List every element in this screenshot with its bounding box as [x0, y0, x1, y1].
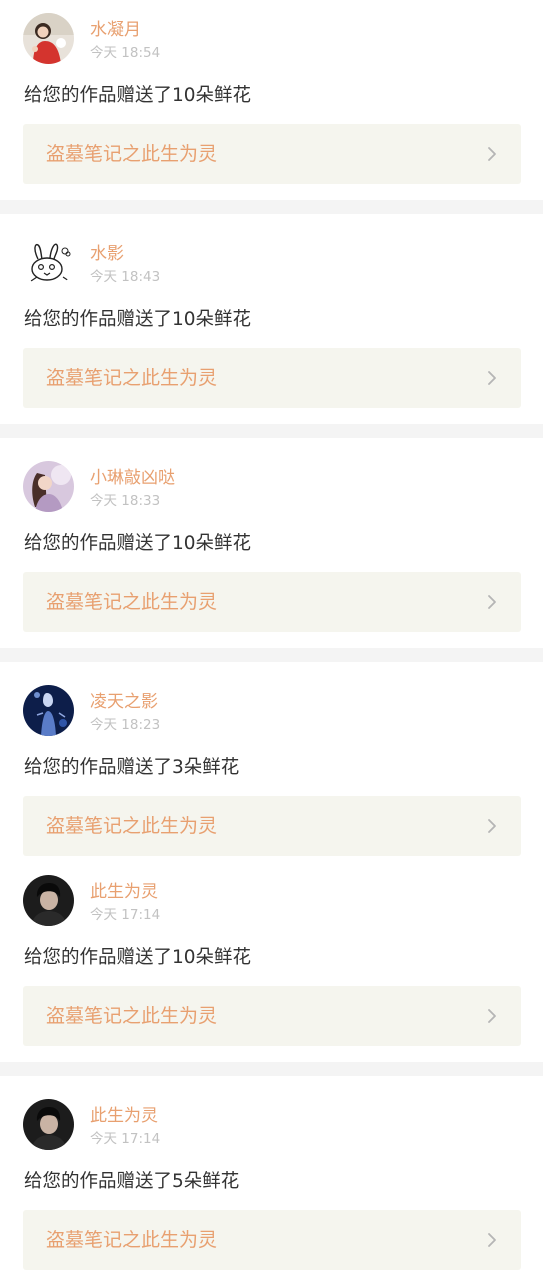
timestamp: 今天 17:14: [90, 907, 161, 923]
chevron-right-icon: [487, 594, 497, 610]
avatar-photo-dark-blue-figure-icon: [23, 685, 74, 736]
chevron-right-icon: [487, 1232, 497, 1248]
user-avatar[interactable]: [23, 461, 74, 512]
timestamp: 今天 17:14: [90, 1131, 161, 1147]
username[interactable]: 水影: [90, 243, 124, 265]
card-separator: [0, 648, 543, 662]
timestamp: 今天 18:43: [90, 269, 161, 285]
user-avatar[interactable]: [23, 1099, 74, 1150]
username[interactable]: 此生为灵: [90, 881, 158, 903]
chevron-right-icon: [487, 1008, 497, 1024]
work-title: 盗墓笔记之此生为灵: [46, 1229, 218, 1251]
avatar-cartoon-bunny-sketch-icon: [23, 237, 74, 288]
gift-message: 给您的作品赠送了5朵鲜花: [24, 1171, 240, 1192]
work-title: 盗墓笔记之此生为灵: [46, 815, 218, 837]
gift-message: 给您的作品赠送了10朵鲜花: [24, 309, 252, 330]
card-separator: [0, 1062, 543, 1076]
chevron-right-icon: [487, 146, 497, 162]
work-title: 盗墓笔记之此生为灵: [46, 1005, 218, 1027]
work-link-button[interactable]: 盗墓笔记之此生为灵: [23, 1210, 521, 1270]
username[interactable]: 水凝月: [90, 19, 141, 41]
work-link-button[interactable]: 盗墓笔记之此生为灵: [23, 572, 521, 632]
username[interactable]: 小琳敲凶哒: [90, 467, 175, 489]
work-link-button[interactable]: 盗墓笔记之此生为灵: [23, 348, 521, 408]
timestamp: 今天 18:23: [90, 717, 161, 733]
avatar-photo-girl-purple-icon: [23, 461, 74, 512]
avatar-photo-girl-red-dress-icon: [23, 13, 74, 64]
avatar-photo-dark-boy-icon: [23, 1099, 74, 1150]
user-avatar[interactable]: [23, 875, 74, 926]
gift-message: 给您的作品赠送了3朵鲜花: [24, 757, 240, 778]
card-separator: [0, 424, 543, 438]
username[interactable]: 凌天之影: [90, 691, 158, 713]
gift-notification-feed: 水凝月 今天 18:54 给您的作品赠送了10朵鲜花 盗墓笔记之此生为灵 水影 …: [0, 0, 543, 1280]
work-title: 盗墓笔记之此生为灵: [46, 143, 218, 165]
gift-message: 给您的作品赠送了10朵鲜花: [24, 85, 252, 106]
work-title: 盗墓笔记之此生为灵: [46, 367, 218, 389]
username[interactable]: 此生为灵: [90, 1105, 158, 1127]
work-link-button[interactable]: 盗墓笔记之此生为灵: [23, 124, 521, 184]
gift-message: 给您的作品赠送了10朵鲜花: [24, 533, 252, 554]
timestamp: 今天 18:33: [90, 493, 161, 509]
gift-message: 给您的作品赠送了10朵鲜花: [24, 947, 252, 968]
work-link-button[interactable]: 盗墓笔记之此生为灵: [23, 986, 521, 1046]
card-separator: [0, 200, 543, 214]
work-link-button[interactable]: 盗墓笔记之此生为灵: [23, 796, 521, 856]
chevron-right-icon: [487, 370, 497, 386]
timestamp: 今天 18:54: [90, 45, 161, 61]
user-avatar[interactable]: [23, 685, 74, 736]
avatar-photo-dark-boy-icon: [23, 875, 74, 926]
work-title: 盗墓笔记之此生为灵: [46, 591, 218, 613]
user-avatar[interactable]: [23, 13, 74, 64]
chevron-right-icon: [487, 818, 497, 834]
user-avatar[interactable]: [23, 237, 74, 288]
